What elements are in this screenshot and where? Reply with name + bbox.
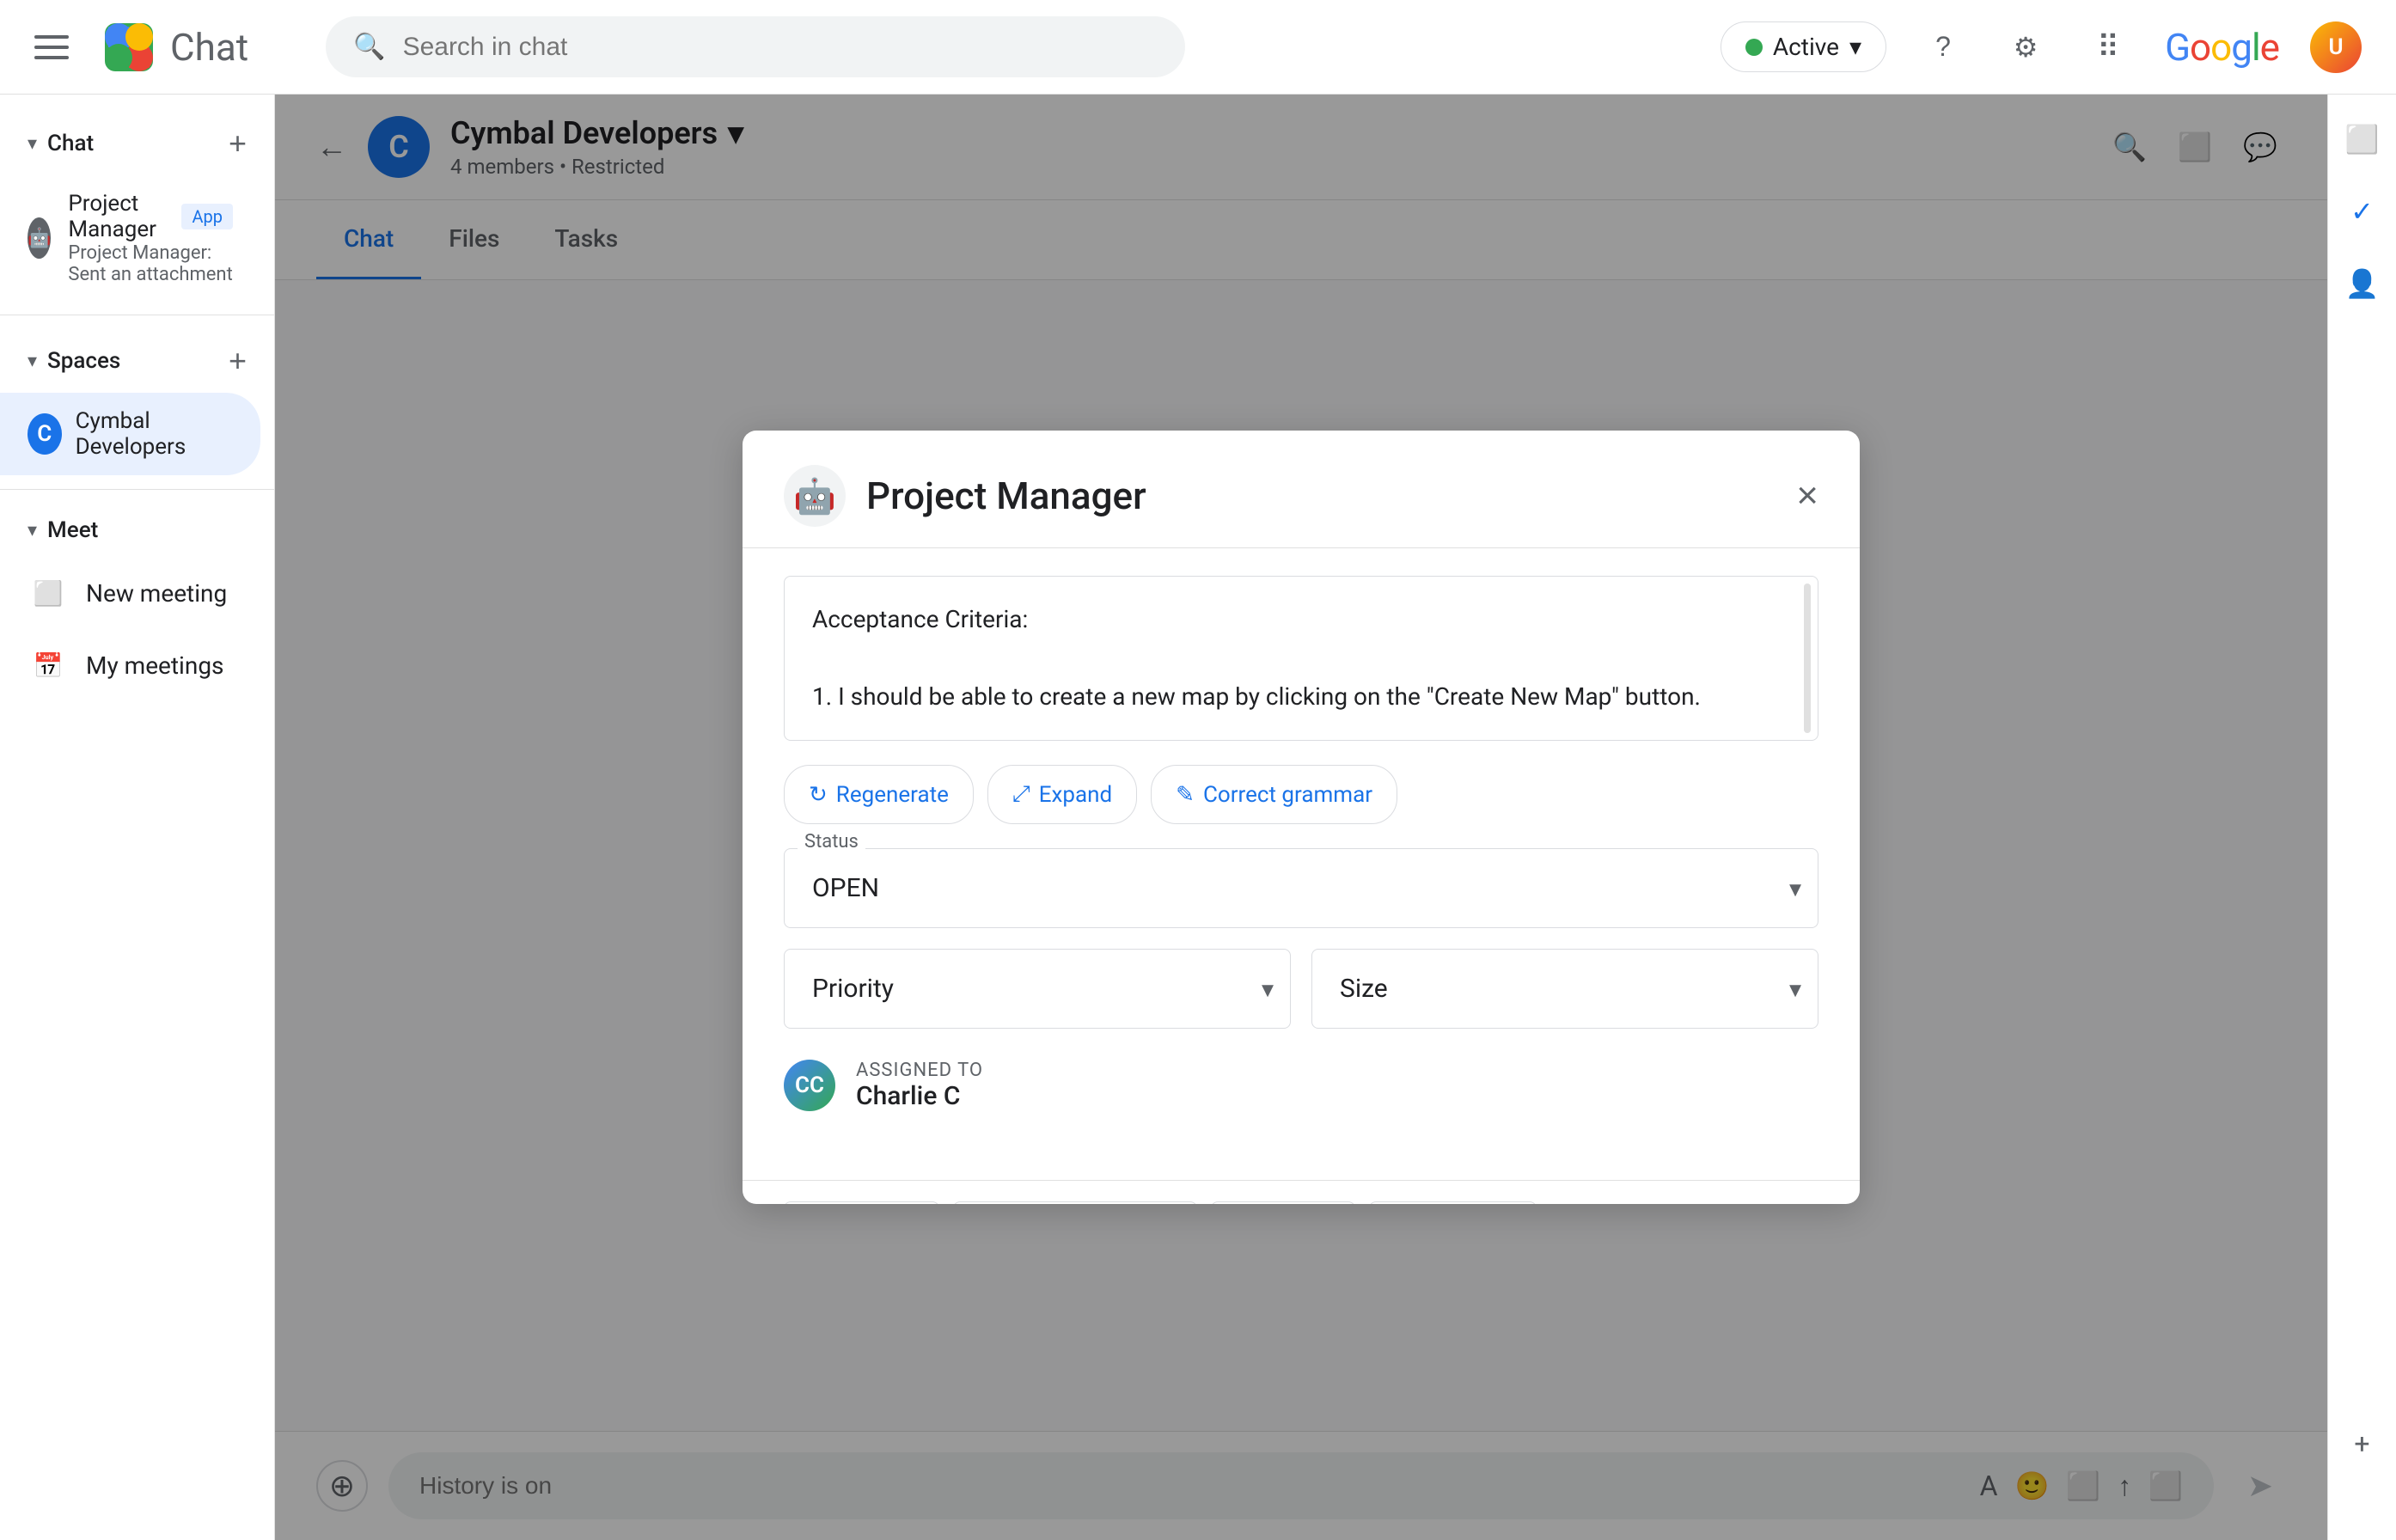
search-input[interactable]	[403, 33, 1158, 62]
acceptance-item-1: 1. I should be able to create a new map …	[812, 678, 1790, 717]
search-box[interactable]: 🔍	[326, 16, 1185, 77]
apps-button[interactable]: ⠿	[2082, 21, 2134, 73]
expand-button[interactable]: ⤢ Expand	[987, 765, 1137, 824]
content-area: ← C Cymbal Developers ▾ 4 members • Rest…	[275, 95, 2327, 1540]
priority-select-wrapper: Priority Low Medium High Critical ▾	[784, 949, 1291, 1029]
meet-chevron: ▾	[28, 520, 37, 541]
meet-section-header: ▾ Meet	[0, 504, 274, 557]
status-chevron: ▾	[1849, 33, 1861, 61]
status-select-wrapper: OPEN IN PROGRESS DONE BLOCKED ▾	[784, 848, 1818, 928]
sidebar-divider-2	[0, 489, 274, 490]
my-meetings-label: My meetings	[86, 651, 224, 680]
acceptance-label: Acceptance Criteria:	[812, 601, 1790, 639]
new-meeting-label: New meeting	[86, 579, 227, 608]
modal-actions-row: ↻ Regenerate ⤢ Expand ✎ Correct grammar	[784, 765, 1818, 824]
new-space-button[interactable]: +	[229, 343, 247, 379]
regenerate-icon: ↻	[809, 782, 828, 808]
chat-section-header: ▾ Chat +	[0, 112, 274, 175]
assign-to-me-button[interactable]: 👤 Assign to me	[953, 1201, 1197, 1204]
google-logo: Google	[2165, 25, 2279, 70]
priority-select[interactable]: Priority Low Medium High Critical	[784, 949, 1291, 1029]
status-field-wrap: Status OPEN IN PROGRESS DONE BLOCKED ▾	[784, 848, 1818, 928]
chat-logo-icon	[101, 20, 156, 75]
right-panel-add-button[interactable]: +	[2335, 1416, 2390, 1471]
cymbal-developers-avatar: C	[28, 413, 62, 455]
menu-icon[interactable]	[34, 27, 76, 68]
priority-size-row: Priority Low Medium High Critical ▾ Size	[784, 949, 1818, 1029]
spaces-section-header: ▾ Spaces +	[0, 329, 274, 393]
chat-section-label: Chat	[47, 131, 94, 156]
cymbal-developers-label: Cymbal Developers	[76, 408, 233, 460]
status-button[interactable]: Active ▾	[1721, 21, 1886, 72]
right-panel-calendar[interactable]: ⬜	[2335, 112, 2390, 167]
modal-title-area: 🤖 Project Manager	[784, 465, 1146, 527]
meet-section-title[interactable]: ▾ Meet	[28, 517, 98, 543]
sidebar-item-cymbal-developers[interactable]: C Cymbal Developers	[0, 393, 260, 475]
help-button[interactable]: ?	[1917, 21, 1969, 73]
app-badge: App	[181, 204, 233, 229]
new-chat-button[interactable]: +	[229, 125, 247, 162]
my-meetings-item[interactable]: 📅 My meetings	[0, 629, 274, 701]
correct-grammar-label: Correct grammar	[1203, 782, 1372, 808]
save-button[interactable]: 💾 Save	[784, 1201, 939, 1204]
spaces-section-label: Spaces	[47, 348, 120, 374]
modal-body: Acceptance Criteria: 1. I should be able…	[743, 548, 1860, 1180]
my-meetings-icon: 📅	[28, 645, 69, 686]
size-select[interactable]: Size XS S M L XL	[1311, 949, 1818, 1029]
project-manager-subtitle: Project Manager: Sent an attachment	[68, 242, 233, 285]
status-label: Status	[798, 831, 865, 852]
new-meeting-item[interactable]: ⬜ New meeting	[0, 557, 274, 629]
topbar: Chat 🔍 Active ▾ ? ⚙ ⠿ Google U	[0, 0, 2396, 95]
regenerate-button[interactable]: ↻ Regenerate	[784, 765, 974, 824]
modal-footer: 💾 Save 👤 Assign to me ▶ Start ✕ Cancel	[743, 1180, 1860, 1204]
spaces-chevron: ▾	[28, 351, 37, 372]
right-panel: ⬜ ✓ 👤 +	[2327, 95, 2396, 1540]
spaces-section-title[interactable]: ▾ Spaces	[28, 348, 120, 374]
modal-title: Project Manager	[866, 474, 1146, 518]
new-meeting-icon: ⬜	[28, 572, 69, 614]
size-select-wrapper: Size XS S M L XL ▾	[1311, 949, 1818, 1029]
assigned-to-label: ASSIGNED TO	[856, 1060, 983, 1081]
assignee-avatar: CC	[784, 1060, 835, 1111]
cancel-button[interactable]: ✕ Cancel	[1369, 1201, 1537, 1204]
assignee-info: ASSIGNED TO Charlie C	[856, 1060, 983, 1111]
modal-overlay: 🤖 Project Manager × Acceptance Criteria:…	[275, 95, 2327, 1540]
expand-icon: ⤢	[1012, 781, 1030, 808]
assignee-name: Charlie C	[856, 1081, 983, 1111]
topbar-right: Active ▾ ? ⚙ ⠿ Google U	[1721, 21, 2362, 73]
status-select[interactable]: OPEN IN PROGRESS DONE BLOCKED	[784, 848, 1818, 928]
acceptance-criteria-text: Acceptance Criteria: 1. I should be able…	[812, 601, 1790, 716]
sidebar: ▾ Chat + 🤖 Project Manager App Project M…	[0, 95, 275, 1540]
modal-header: 🤖 Project Manager ×	[743, 431, 1860, 548]
app-logo: Chat	[101, 20, 248, 75]
correct-grammar-button[interactable]: ✎ Correct grammar	[1151, 765, 1397, 824]
main-layout: ▾ Chat + 🤖 Project Manager App Project M…	[0, 95, 2396, 1540]
status-indicator	[1745, 39, 1763, 56]
right-panel-tasks[interactable]: ✓	[2335, 184, 2390, 239]
scrollbar[interactable]	[1804, 584, 1811, 733]
project-manager-avatar: 🤖	[28, 217, 51, 259]
assigned-row: CC ASSIGNED TO Charlie C	[784, 1053, 1818, 1118]
status-label: Active	[1773, 33, 1839, 61]
modal: 🤖 Project Manager × Acceptance Criteria:…	[743, 431, 1860, 1204]
modal-bot-icon: 🤖	[784, 465, 846, 527]
search-icon: 🔍	[353, 32, 385, 62]
sidebar-item-project-manager[interactable]: 🤖 Project Manager App Project Manager: S…	[0, 175, 260, 301]
app-name: Chat	[170, 25, 248, 70]
project-manager-info: Project Manager App Project Manager: Sen…	[68, 191, 233, 285]
modal-content-text: Acceptance Criteria: 1. I should be able…	[784, 576, 1818, 741]
meet-section-label: Meet	[47, 517, 98, 543]
chat-chevron: ▾	[28, 133, 37, 155]
expand-label: Expand	[1039, 782, 1112, 808]
start-button[interactable]: ▶ Start	[1211, 1201, 1355, 1204]
grammar-icon: ✎	[1176, 782, 1195, 808]
right-panel-person[interactable]: 👤	[2335, 256, 2390, 311]
regenerate-label: Regenerate	[836, 782, 949, 808]
settings-button[interactable]: ⚙	[2000, 21, 2051, 73]
project-manager-name: Project Manager	[68, 191, 171, 242]
search-area: 🔍	[326, 16, 1185, 77]
chat-section-title[interactable]: ▾ Chat	[28, 131, 94, 156]
avatar[interactable]: U	[2310, 21, 2362, 73]
modal-close-button[interactable]: ×	[1796, 474, 1818, 517]
